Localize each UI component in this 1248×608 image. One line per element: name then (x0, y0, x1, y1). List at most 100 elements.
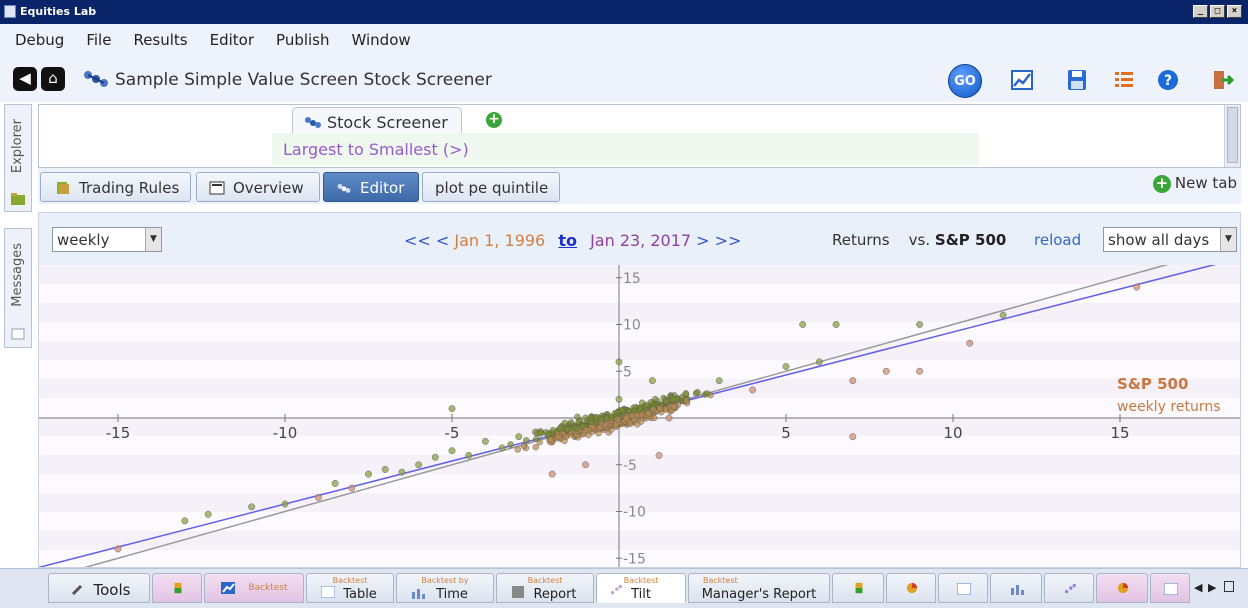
close-icon[interactable]: × (1227, 5, 1242, 18)
pie-chart-icon (906, 582, 918, 594)
range-next-button[interactable]: > >> (696, 231, 741, 250)
pie-chart-icon (1117, 582, 1129, 594)
scatter-point (544, 430, 552, 438)
tab-backtest-time[interactable]: Backtest by Time (396, 573, 494, 603)
new-tab-button[interactable]: + New tab (1152, 174, 1237, 193)
benchmark-name[interactable]: S&P 500 (935, 231, 1006, 249)
tab-window-2[interactable] (1150, 573, 1190, 603)
list-icon[interactable] (1112, 68, 1136, 92)
tab-scroll-left-icon[interactable]: ◀ (1194, 581, 1202, 594)
tab-editor[interactable]: Editor (323, 172, 419, 202)
tab-gauge[interactable] (152, 573, 202, 603)
tab-backtest-table[interactable]: Backtest Table (306, 573, 394, 603)
frequency-select[interactable]: weekly ▼ (52, 227, 162, 252)
scatter-point (849, 433, 857, 441)
scatter-point (448, 405, 456, 413)
menu-publish[interactable]: Publish (276, 31, 329, 49)
start-date[interactable]: Jan 1, 1996 (454, 231, 545, 250)
scatter-point (567, 419, 575, 426)
menu-debug[interactable]: Debug (15, 31, 64, 49)
scatter-point (507, 441, 514, 448)
tab-stock-screener[interactable]: Stock Screener (292, 107, 462, 133)
toolbar: ◀ ⌂ Sample Simple Value Screen Stock Scr… (0, 56, 1248, 102)
tab-backtest[interactable]: Backtest (204, 573, 304, 603)
scatter-point (694, 389, 701, 396)
editor-icon (337, 184, 351, 193)
x-tick-label: -10 (273, 424, 298, 442)
chevron-down-icon[interactable]: ▼ (145, 228, 161, 251)
to-link[interactable]: to (558, 231, 577, 250)
tilt-icon (610, 584, 622, 595)
tab-gauge-2[interactable] (832, 573, 884, 603)
plot-band (39, 341, 1240, 360)
scatter-point (614, 415, 621, 423)
tab-tools[interactable]: Tools (48, 573, 150, 603)
scatter-point (782, 363, 790, 371)
scatter-plot[interactable]: -15 -10 -5 5 10 15 15 10 5 -5 -10 -15 S&P 500 weekly … (39, 265, 1240, 567)
scatter-point (643, 401, 651, 409)
chart-icon[interactable] (1010, 68, 1034, 92)
days-select[interactable]: show all days ▼ (1103, 227, 1237, 252)
explorer-side-tab[interactable]: Explorer (4, 104, 32, 212)
chevron-down-icon[interactable]: ▼ (1220, 228, 1236, 251)
scatter-point (537, 430, 544, 437)
tab-pie-2[interactable] (1096, 573, 1148, 603)
tab-pie[interactable] (886, 573, 936, 603)
tab-backtest-report[interactable]: Backtest Report (496, 573, 594, 603)
scatter-point (669, 396, 677, 403)
end-date[interactable]: Jan 23, 2017 (590, 231, 691, 250)
go-button[interactable]: GO (948, 64, 982, 98)
menu-file[interactable]: File (86, 31, 111, 49)
scatter-point (533, 435, 540, 442)
annotation-title: S&P 500 (1117, 375, 1188, 393)
tab-plot-pe-quintile-label: plot pe quintile (435, 179, 549, 197)
help-icon[interactable]: ? (1156, 68, 1180, 92)
rank-rule-text[interactable]: Largest to Smallest (>) (283, 140, 469, 159)
tab-overview[interactable]: Overview (196, 172, 320, 202)
tab-plot-pe-quintile[interactable]: plot pe quintile (422, 172, 560, 202)
scatter-point (555, 433, 562, 441)
tab-list-icon[interactable] (1224, 581, 1234, 592)
tab-backtest-tilt[interactable]: Backtest Tilt (596, 573, 686, 603)
editor-scrollbar[interactable] (1224, 105, 1240, 167)
home-icon[interactable]: ⌂ (41, 67, 65, 91)
scatter-point (623, 415, 630, 422)
tab-managers-report[interactable]: Backtest Manager's Report (688, 573, 830, 603)
y-tick-label: -10 (623, 505, 646, 521)
save-icon[interactable] (1065, 68, 1089, 92)
tab-scroll-right-icon[interactable]: ▶ (1208, 581, 1216, 594)
tab-window[interactable] (938, 573, 988, 603)
date-range: << < Jan 1, 1996 to Jan 23, 2017 > >> (404, 231, 741, 250)
window-controls: _ □ × (1193, 5, 1242, 18)
menu-editor[interactable]: Editor (210, 31, 254, 49)
tab-scatter[interactable] (1044, 573, 1094, 603)
reload-link[interactable]: reload (1034, 231, 1081, 249)
scatter-point (498, 444, 506, 452)
screener-editor: Stock Screener + Largest to Smallest (>) (38, 104, 1241, 168)
annotation-subtitle: weekly returns (1117, 399, 1221, 415)
scatter-point (815, 358, 823, 366)
scatter-point (665, 414, 673, 422)
messages-side-tab[interactable]: Messages (4, 228, 32, 348)
rank-rule-row[interactable]: Largest to Smallest (>) (272, 133, 979, 165)
range-prev-button[interactable]: << < (404, 231, 449, 250)
add-screener-icon[interactable]: + (486, 112, 502, 128)
scatter-point (248, 503, 256, 511)
scatter-point (799, 321, 807, 328)
scatter-point (415, 461, 423, 469)
minimize-icon[interactable]: _ (1193, 5, 1208, 18)
tab-trading-rules[interactable]: Trading Rules (40, 172, 191, 202)
chart-panel: weekly ▼ << < Jan 1, 1996 to Jan 23, 201… (38, 212, 1241, 568)
maximize-icon[interactable]: □ (1210, 5, 1225, 18)
tab-bars[interactable] (990, 573, 1042, 603)
scatter-point (607, 414, 615, 421)
tab-editor-label: Editor (360, 179, 405, 197)
new-tab-icon: + (1152, 175, 1171, 193)
menu-results[interactable]: Results (133, 31, 187, 49)
tab-table-label: Table (343, 587, 377, 602)
exit-icon[interactable] (1210, 68, 1234, 92)
scrollbar-thumb[interactable] (1227, 107, 1238, 163)
menu-window[interactable]: Window (352, 31, 411, 49)
back-icon[interactable]: ◀ (13, 67, 37, 91)
scatter-point (656, 405, 663, 412)
